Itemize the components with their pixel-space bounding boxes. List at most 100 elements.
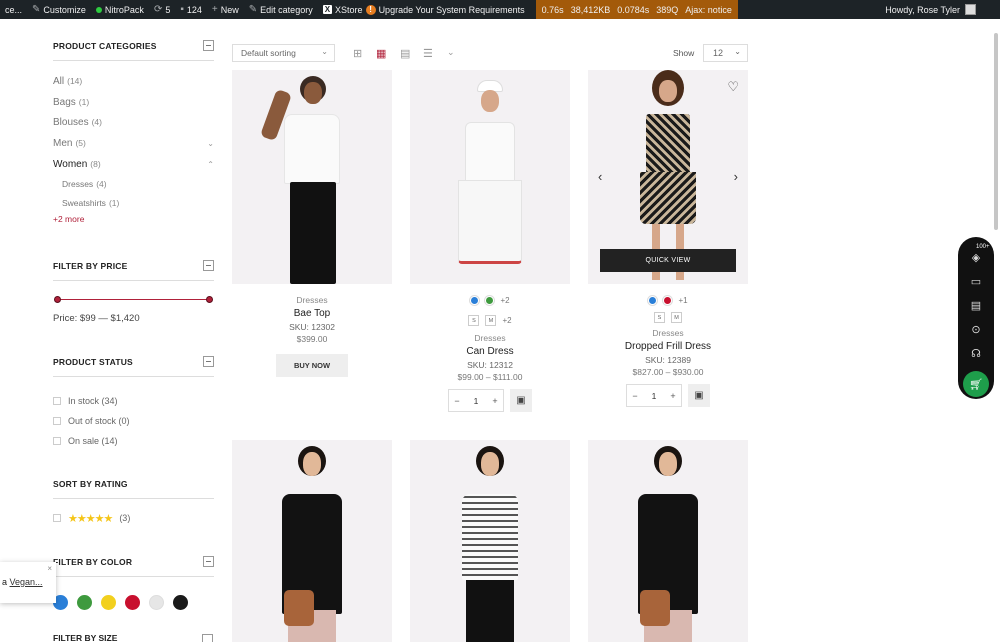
collapse-icon[interactable] xyxy=(203,556,214,568)
quantity-value[interactable]: 1 xyxy=(646,391,662,401)
product-image[interactable] xyxy=(410,70,570,284)
more-colors[interactable]: +2 xyxy=(500,296,509,305)
admin-account[interactable]: Howdy, Rose Tyler xyxy=(885,4,1000,15)
category-item-all[interactable]: All (14) xyxy=(53,71,214,92)
admin-updates-link[interactable]: ⟳ 5 xyxy=(149,0,175,19)
subcategory-item-sweatshirts[interactable]: Sweatshirts (1) xyxy=(53,193,214,212)
minus-icon[interactable]: − xyxy=(627,391,643,401)
more-colors[interactable]: +1 xyxy=(678,296,687,305)
more-categories-link[interactable]: +2 more xyxy=(53,214,214,224)
chevron-left-icon[interactable]: ‹ xyxy=(598,169,602,184)
admin-edit-category-link[interactable]: ✎ Edit category xyxy=(244,0,318,19)
chevron-down-icon[interactable]: ⌄ xyxy=(207,139,214,148)
admin-xstore-link[interactable]: X XStore! Upgrade Your System Requirements xyxy=(318,0,530,19)
quantity-value[interactable]: 1 xyxy=(468,396,484,406)
color-swatch-green[interactable] xyxy=(77,595,92,611)
color-swatch-black[interactable] xyxy=(173,595,188,611)
category-item-bags[interactable]: Bags (1) xyxy=(53,92,214,113)
collapse-icon[interactable] xyxy=(203,260,214,272)
grid-4-view-icon[interactable]: ▤ xyxy=(400,47,410,60)
product-image[interactable] xyxy=(232,440,392,642)
quick-view-button[interactable]: QUICK VIEW xyxy=(600,249,736,272)
admin-site-link[interactable]: ce... xyxy=(0,0,27,19)
color-swatch-red[interactable] xyxy=(125,595,140,611)
admin-comments-link[interactable]: ▪ 124 xyxy=(175,0,207,19)
checkbox[interactable] xyxy=(53,437,61,446)
product-price: $99.00 – $111.00 xyxy=(457,372,523,382)
chevron-down-icon[interactable]: ⌄ xyxy=(447,47,455,58)
plus-icon[interactable]: + xyxy=(487,396,503,406)
admin-customize-link[interactable]: ✎ Customize xyxy=(27,0,91,19)
query-monitor[interactable]: 0.76s 38,412KB 0.0784s 389Q Ajax: notice xyxy=(535,0,738,19)
price-slider-min-handle[interactable] xyxy=(54,296,61,304)
list-view-icon[interactable]: ☰ xyxy=(423,47,433,60)
chevron-up-icon[interactable]: ⌃ xyxy=(207,160,214,169)
size-option[interactable]: S xyxy=(654,312,665,323)
color-option-red[interactable] xyxy=(663,296,673,305)
color-option-blue[interactable] xyxy=(648,296,658,305)
collapse-icon[interactable] xyxy=(202,634,213,642)
subcategory-item-dresses[interactable]: Dresses (4) xyxy=(53,174,214,193)
product-name[interactable]: Can Dress xyxy=(410,346,570,357)
price-slider[interactable] xyxy=(54,295,213,305)
close-icon[interactable]: × xyxy=(47,564,52,573)
notification-link[interactable]: Vegan... xyxy=(10,577,43,587)
headset-icon[interactable]: ☊ xyxy=(968,345,984,361)
product-category[interactable]: Dresses xyxy=(232,295,392,305)
product-card xyxy=(410,440,570,642)
widget-size-header: FILTER BY SIZE xyxy=(53,633,118,642)
widget-color-header: FILTER BY COLOR xyxy=(53,556,214,578)
size-option[interactable]: S xyxy=(468,315,480,326)
scrollbar[interactable] xyxy=(994,33,998,230)
play-circle-icon[interactable]: ⊙ xyxy=(968,321,984,337)
product-name[interactable]: Dropped Frill Dress xyxy=(588,341,748,352)
category-item-men[interactable]: Men (5) ⌄ xyxy=(53,133,214,154)
plus-icon[interactable]: + xyxy=(665,391,681,401)
per-page-select[interactable]: 12 ⌄ xyxy=(703,44,748,62)
minus-icon[interactable]: − xyxy=(449,396,465,406)
more-sizes[interactable]: +2 xyxy=(502,316,511,325)
quantity-stepper[interactable]: −1 + xyxy=(626,384,682,407)
grid-2-view-icon[interactable]: ⊞ xyxy=(353,47,362,60)
grid-3-view-icon[interactable]: ▦ xyxy=(376,47,386,60)
collapse-icon[interactable] xyxy=(203,40,214,51)
color-swatch-white[interactable] xyxy=(149,595,164,611)
product-image[interactable] xyxy=(232,70,392,284)
product-category[interactable]: Dresses xyxy=(410,333,570,343)
color-option-green[interactable] xyxy=(485,296,495,305)
category-item-women[interactable]: Women (8) ⌃ xyxy=(53,154,214,175)
document-icon[interactable]: ▤ xyxy=(968,297,984,313)
status-on-sale[interactable]: On sale (14) xyxy=(53,431,214,451)
cart-icon[interactable]: 🛒︎ xyxy=(963,371,989,397)
color-option-blue[interactable] xyxy=(470,296,480,305)
category-item-blouses[interactable]: Blouses (4) xyxy=(53,112,214,133)
size-option[interactable]: M xyxy=(671,312,682,323)
layers-icon[interactable]: ◈ xyxy=(968,249,984,265)
status-in-stock[interactable]: In stock (34) xyxy=(53,391,214,411)
buy-now-button[interactable]: BUY NOW xyxy=(276,354,348,377)
size-option[interactable]: M xyxy=(485,315,497,326)
status-out-of-stock[interactable]: Out of stock (0) xyxy=(53,411,214,431)
collapse-icon[interactable] xyxy=(203,356,214,368)
chevron-right-icon[interactable]: › xyxy=(734,169,738,184)
checkbox[interactable] xyxy=(53,397,61,406)
add-to-cart-bag-icon[interactable]: ▣ xyxy=(510,389,532,412)
product-image[interactable]: ♡ ‹ › QUICK VIEW xyxy=(588,70,748,284)
sorting-select[interactable]: Default sorting ⌄ xyxy=(232,44,335,62)
quantity-stepper[interactable]: −1 + xyxy=(448,389,504,412)
add-to-cart-bag-icon[interactable]: ▣ xyxy=(688,384,710,407)
product-name[interactable]: Bae Top xyxy=(232,308,392,319)
product-image[interactable] xyxy=(588,440,748,642)
admin-nitropack-link[interactable]: NitroPack xyxy=(91,0,149,19)
product-image[interactable] xyxy=(410,440,570,642)
product-category[interactable]: Dresses xyxy=(588,328,748,338)
checkbox[interactable] xyxy=(53,417,61,426)
wishlist-heart-icon[interactable]: ♡ xyxy=(727,79,739,95)
browser-window-icon[interactable]: ▭ xyxy=(968,273,984,289)
rating-filter-item[interactable]: ★★★★★ (3) xyxy=(53,508,214,528)
checkbox[interactable] xyxy=(53,514,61,523)
color-swatch-yellow[interactable] xyxy=(101,595,116,611)
notification-popup[interactable]: × a Vegan... xyxy=(0,562,56,603)
admin-new-link[interactable]: + New xyxy=(207,0,244,19)
price-slider-max-handle[interactable] xyxy=(206,296,213,304)
